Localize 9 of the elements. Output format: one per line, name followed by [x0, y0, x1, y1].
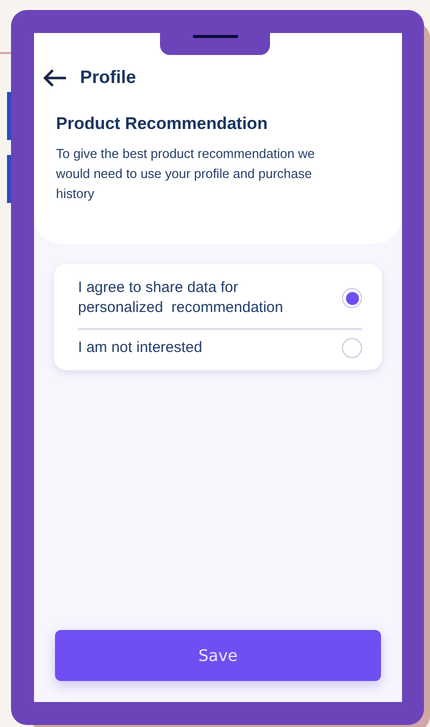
page-title: Profile: [80, 67, 136, 88]
option-label: I am not interested: [78, 338, 204, 358]
option-label: I agree to share data for personalized recommendation: [78, 278, 284, 318]
radio-button[interactable]: [342, 288, 362, 308]
section-description: To give the best product recommendation we would need to use your profile and purchase history: [56, 145, 316, 203]
save-button[interactable]: Save: [55, 630, 381, 681]
radio-button[interactable]: [342, 338, 362, 358]
section-title: Product Recommendation: [56, 114, 269, 134]
back-icon[interactable]: [42, 68, 66, 86]
